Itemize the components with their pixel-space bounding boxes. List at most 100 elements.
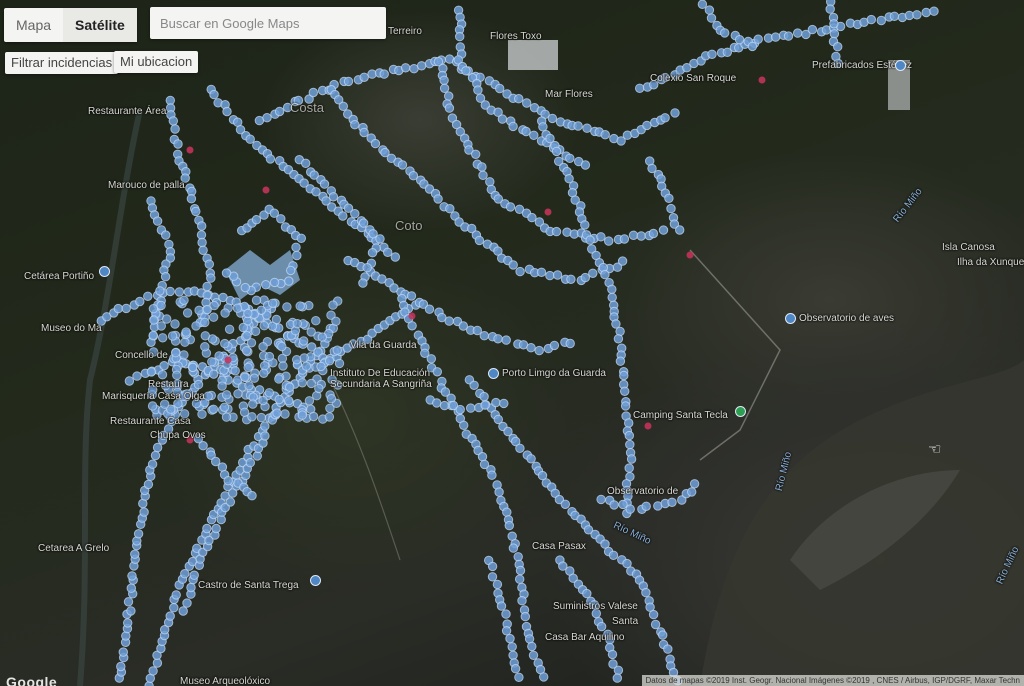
incident-marker[interactable] xyxy=(588,268,598,278)
incident-marker[interactable] xyxy=(325,403,335,413)
incident-marker[interactable] xyxy=(596,494,606,505)
place-label[interactable]: Chupa Ovos xyxy=(150,430,206,441)
incident-marker[interactable] xyxy=(233,389,243,399)
incident-marker[interactable] xyxy=(259,321,269,331)
incident-marker[interactable] xyxy=(241,346,252,356)
filter-incidents-button[interactable]: Filtrar incidencias xyxy=(5,52,119,74)
incident-marker[interactable] xyxy=(277,341,287,352)
incident-marker[interactable] xyxy=(706,13,717,23)
incident-marker[interactable] xyxy=(502,507,512,517)
incident-marker[interactable] xyxy=(580,160,591,170)
incident-marker[interactable] xyxy=(316,361,326,372)
incident-marker[interactable] xyxy=(301,158,311,169)
incident-marker[interactable] xyxy=(921,7,931,18)
incident-marker[interactable] xyxy=(217,381,227,391)
incident-marker[interactable] xyxy=(513,552,523,562)
incident-marker[interactable] xyxy=(240,282,251,293)
incident-marker[interactable] xyxy=(168,116,179,126)
incident-marker[interactable] xyxy=(278,361,288,371)
incident-marker[interactable] xyxy=(286,265,296,276)
incident-marker[interactable] xyxy=(359,127,369,138)
poi-marker-icon[interactable] xyxy=(310,575,321,586)
incident-marker[interactable] xyxy=(297,410,307,420)
incident-marker[interactable] xyxy=(580,220,590,230)
incident-marker[interactable] xyxy=(687,487,697,497)
incident-marker[interactable] xyxy=(113,303,124,314)
incident-marker[interactable] xyxy=(514,672,524,682)
incident-marker[interactable] xyxy=(124,376,135,386)
incident-marker[interactable] xyxy=(243,362,253,373)
incident-marker[interactable] xyxy=(689,479,700,489)
incident-marker[interactable] xyxy=(256,305,266,315)
incident-marker[interactable] xyxy=(477,452,488,462)
incident-marker[interactable] xyxy=(379,69,389,79)
incident-marker[interactable] xyxy=(494,487,504,497)
incident-marker[interactable] xyxy=(501,335,511,345)
incident-marker[interactable] xyxy=(165,286,175,297)
incident-marker[interactable] xyxy=(170,319,180,329)
poi-marker-icon[interactable] xyxy=(895,60,906,71)
incident-marker[interactable] xyxy=(617,256,628,266)
incident-marker[interactable] xyxy=(274,394,284,405)
incident-marker[interactable] xyxy=(508,543,519,553)
place-label[interactable]: Camping Santa Tecla xyxy=(633,410,728,421)
incident-marker[interactable] xyxy=(220,338,230,349)
camping-icon[interactable] xyxy=(735,406,746,417)
place-label[interactable]: Observatorio de aves xyxy=(799,313,894,324)
incident-marker[interactable] xyxy=(332,345,342,355)
incident-marker[interactable] xyxy=(189,570,199,580)
incident-marker[interactable] xyxy=(416,61,427,71)
place-label[interactable]: Casa Pasax xyxy=(532,541,586,552)
satellite-map[interactable]: Mapa Satélite Filtrar incidencias Mi ubi… xyxy=(0,0,1024,686)
place-label[interactable]: Marouco de palla xyxy=(108,180,185,191)
incident-marker[interactable] xyxy=(508,260,518,270)
incident-marker[interactable] xyxy=(171,590,181,600)
incident-marker[interactable] xyxy=(319,179,330,189)
incident-marker[interactable] xyxy=(439,83,450,94)
incident-marker[interactable] xyxy=(299,336,309,346)
incident-marker[interactable] xyxy=(194,305,204,315)
incident-marker[interactable] xyxy=(648,609,659,620)
incident-marker[interactable] xyxy=(181,327,191,337)
incident-marker[interactable] xyxy=(251,295,262,305)
incident-marker[interactable] xyxy=(188,362,198,373)
incident-marker[interactable] xyxy=(547,113,558,124)
incident-marker[interactable] xyxy=(167,331,178,341)
incident-marker[interactable] xyxy=(118,647,129,657)
incident-marker[interactable] xyxy=(358,218,369,228)
incident-marker[interactable] xyxy=(625,504,635,514)
incident-marker[interactable] xyxy=(161,230,171,240)
incident-marker[interactable] xyxy=(585,235,595,245)
incident-marker-red[interactable] xyxy=(686,251,694,259)
incident-marker[interactable] xyxy=(793,28,803,38)
incident-marker[interactable] xyxy=(204,259,215,269)
incident-marker[interactable] xyxy=(284,276,294,286)
incident-marker[interactable] xyxy=(121,303,131,314)
place-label[interactable]: Mar Flores xyxy=(545,89,593,100)
incident-marker[interactable] xyxy=(505,633,515,644)
incident-marker[interactable] xyxy=(615,356,626,366)
incident-marker[interactable] xyxy=(265,154,276,164)
incident-marker[interactable] xyxy=(200,317,210,328)
place-label[interactable]: Museo do Ma xyxy=(41,323,102,334)
incident-marker[interactable] xyxy=(889,11,900,21)
incident-marker[interactable] xyxy=(596,232,606,242)
incident-marker[interactable] xyxy=(510,664,521,674)
incident-marker[interactable] xyxy=(260,421,270,431)
incident-marker[interactable] xyxy=(667,497,677,507)
incident-marker[interactable] xyxy=(143,291,153,301)
incident-marker[interactable] xyxy=(663,644,673,654)
incident-marker[interactable] xyxy=(607,292,617,303)
incident-marker[interactable] xyxy=(186,582,196,593)
incident-marker[interactable] xyxy=(299,353,309,363)
incident-marker-red[interactable] xyxy=(186,146,194,154)
incident-marker[interactable] xyxy=(262,113,272,123)
poi-marker-icon[interactable] xyxy=(99,266,110,277)
map-type-map-button[interactable]: Mapa xyxy=(4,8,63,42)
incident-marker[interactable] xyxy=(191,321,201,331)
incident-marker[interactable] xyxy=(626,454,637,464)
incident-marker[interactable] xyxy=(526,454,536,464)
incident-marker[interactable] xyxy=(497,114,508,124)
place-label[interactable]: Concello de xyxy=(115,350,168,361)
incident-marker[interactable] xyxy=(521,126,531,137)
